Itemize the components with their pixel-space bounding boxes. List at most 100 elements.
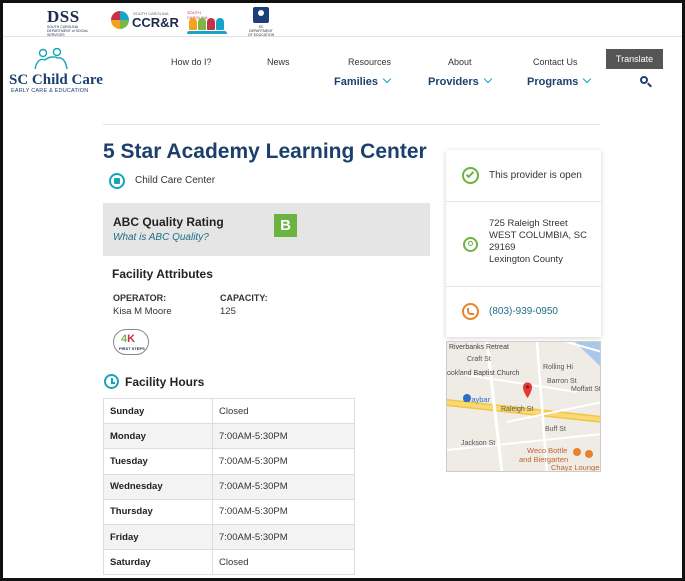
map-label: Raleigh St [501,406,534,413]
translate-button[interactable]: Translate [606,49,663,69]
kid-figure-icon [216,18,224,30]
what-is-abc-quality-link[interactable]: What is ABC Quality? [113,232,209,243]
page-frame: DSS SOUTH CAROLINA DEPARTMENT of SOCIAL … [0,0,685,581]
hours-cell: 7:00AM-5:30PM [212,473,355,500]
day-cell: Tuesday [103,448,213,475]
hours-cell: 7:00AM-5:30PM [212,423,355,450]
header-divider [103,124,600,125]
nav-how-do-i[interactable]: How do I? [171,57,212,67]
chevron-down-icon [583,74,592,84]
operator-label: OPERATOR: [113,293,167,303]
ccrr-logo[interactable]: SOUTH CAROLINA CCR&R [111,11,179,33]
dss-logo-text: DSS [47,7,80,26]
capacity-value: 125 [220,306,236,317]
provider-name: 5 Star Academy Learning Center [103,140,427,163]
search-icon[interactable] [639,75,653,89]
check-circle-icon [462,167,479,184]
facility-hours-table: Sunday Closed Monday 7:00AM-5:30PM Tuesday… [103,397,355,576]
day-cell: Friday [103,523,213,551]
map-label: Craft St [467,356,491,363]
card-divider [446,286,601,287]
brand-name: SC Child Care [9,72,103,88]
kids-logo-bar [187,31,227,34]
hours-cell: Closed [212,397,355,425]
nav-resources[interactable]: Resources [348,57,391,67]
badge-caption: FIRST STEPS [119,346,145,351]
facility-hours-heading: Facility Hours [125,375,205,389]
kid-figure-icon [207,18,215,30]
provider-address[interactable]: 725 Raleigh Street WEST COLUMBIA, SC 291… [489,218,587,266]
kid-figure-icon [189,18,197,30]
capacity-label: CAPACITY: [220,293,268,303]
hours-cell: Closed [212,549,355,576]
day-cell: Thursday [103,498,213,525]
brand-tagline: EARLY CARE & EDUCATION [11,88,89,94]
nav-families[interactable]: Families [334,74,392,88]
map-label: ookland Baptist Church [447,370,520,377]
map-label: Graybar [463,395,491,404]
day-cell: Sunday [103,397,213,425]
nav-programs-label: Programs [527,76,579,88]
facility-attributes-heading: Facility Attributes [112,267,213,281]
sc-education-logo[interactable]: SC DEPARTMENT OF EDUCATION [247,7,275,37]
nav-providers-label: Providers [428,76,479,88]
dss-logo[interactable]: DSS SOUTH CAROLINA DEPARTMENT of SOCIAL … [47,7,93,37]
clock-icon [104,374,119,389]
children-outline-icon [34,48,68,70]
hours-cell: 7:00AM-5:30PM [212,498,355,525]
dss-logo-caption: SOUTH CAROLINA DEPARTMENT of SOCIAL SERV… [47,25,89,37]
map-label: Weco Bottle [527,446,568,455]
day-cell: Wednesday [103,473,213,500]
map-label: Riverbanks Retreat [449,344,509,351]
sc-education-caption: SC DEPARTMENT OF EDUCATION [247,25,275,37]
nav-families-label: Families [334,76,379,88]
table-row: Friday 7:00AM-5:30PM [103,523,355,551]
table-row: Thursday 7:00AM-5:30PM [103,498,355,525]
open-status: This provider is open [489,170,582,181]
location-map[interactable]: Riverbanks Retreat Craft St ookland Bapt… [446,341,601,472]
operator-value: Kisa M Moore [113,306,172,317]
table-row: Wednesday 7:00AM-5:30PM [103,473,355,500]
ccrr-circle-icon [111,11,129,29]
badge-text-b: K [127,333,136,345]
nav-about[interactable]: About [448,57,472,67]
map-label: Barron St [547,378,577,385]
phone-icon [462,303,479,320]
map-label: Rolling Hi [543,364,573,371]
hours-cell: 7:00AM-5:30PM [212,523,355,551]
kids-logo[interactable]: SOUTH CAROLINA [187,10,227,34]
location-pin-icon [463,237,478,252]
first-steps-4k-badge: 4K FIRST STEPS [113,329,149,355]
table-row: Tuesday 7:00AM-5:30PM [103,448,355,475]
card-divider [446,201,601,202]
map-label: Chayz Lounge [551,463,600,472]
home-icon [109,173,125,189]
site-logo[interactable]: SC Child Care EARLY CARE & EDUCATION [9,48,119,98]
provider-info-card: This provider is open 725 Raleigh Street… [446,150,601,337]
abc-quality-rating-panel: ABC Quality Rating What is ABC Quality? … [103,203,430,256]
address-street: 725 Raleigh Street [489,218,568,229]
rating-label: ABC Quality Rating [113,215,224,229]
chevron-down-icon [483,74,492,84]
nav-news[interactable]: News [267,57,290,67]
sc-education-icon [253,7,269,23]
map-label: Moffatt St [571,386,601,393]
hours-cell: 7:00AM-5:30PM [212,448,355,475]
provider-type: Child Care Center [135,175,216,186]
ccrr-logo-text: CCR&R [132,15,179,30]
map-label: Buff St [545,426,566,433]
nav-programs[interactable]: Programs [527,74,592,88]
nav-contact-us[interactable]: Contact Us [533,57,578,67]
day-cell: Monday [103,423,213,450]
partner-logo-strip: DSS SOUTH CAROLINA DEPARTMENT of SOCIAL … [3,3,682,37]
address-county: Lexington County [489,254,563,265]
table-row: Monday 7:00AM-5:30PM [103,423,355,450]
rating-badge: B [274,214,297,237]
address-city: WEST COLUMBIA, SC [489,230,588,241]
map-label: Jackson St [461,440,496,447]
address-zip: 29169 [489,242,516,253]
chevron-down-icon [382,74,392,84]
table-row: Sunday Closed [103,397,355,425]
nav-providers[interactable]: Providers [428,74,492,88]
phone-link[interactable]: (803)-939-0950 [489,306,558,317]
